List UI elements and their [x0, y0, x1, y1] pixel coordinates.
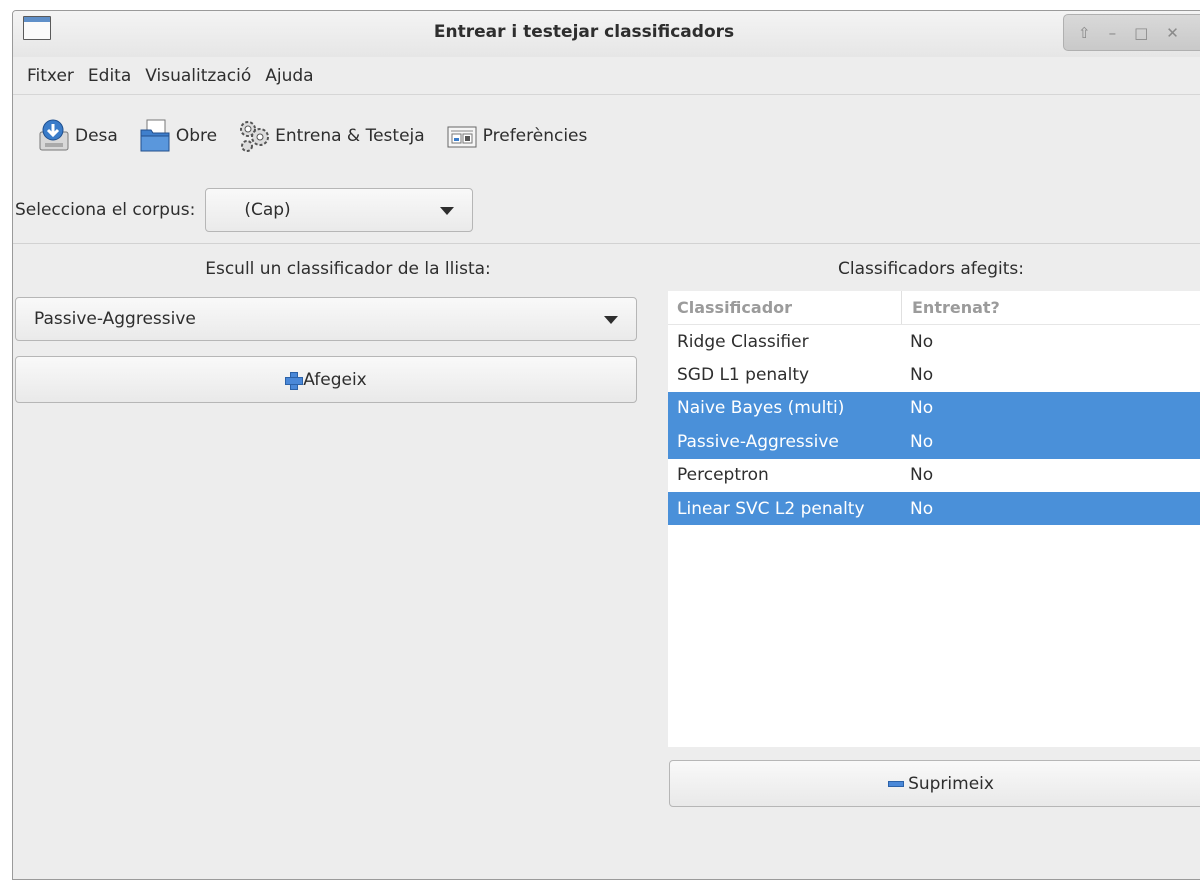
cell-trained: No [910, 431, 934, 452]
shade-icon[interactable]: ⇧ [1078, 24, 1091, 42]
corpus-selected-value: (Cap) [244, 200, 291, 220]
table-row[interactable]: Ridge Classifier No [668, 325, 1200, 358]
column-header-classifier[interactable]: Classificador [668, 291, 902, 324]
corpus-select[interactable]: (Cap) [205, 188, 474, 232]
window-title: Entrear i testejar classificadors [433, 22, 735, 42]
main-window: Entrear i testejar classificadors ⇧ – □ … [12, 10, 1200, 880]
cell-classifier: Ridge Classifier [677, 331, 809, 352]
added-classifiers-table[interactable]: Classificador Entrenat? Ridge Classifier… [668, 291, 1200, 747]
classifier-select[interactable]: Passive-Aggressive [15, 297, 637, 341]
close-icon[interactable]: ✕ [1166, 24, 1179, 42]
chevron-down-icon [604, 316, 618, 324]
table-row[interactable]: Linear SVC L2 penalty No [668, 491, 1200, 526]
corpus-label: Selecciona el corpus: [15, 200, 196, 220]
menu-fitxer[interactable]: Fitxer [27, 66, 84, 86]
cell-trained: No [910, 498, 934, 519]
preferences-button[interactable]: Preferències [445, 118, 588, 154]
table-row[interactable]: SGD L1 penalty No [668, 358, 1200, 391]
separator [13, 243, 1200, 244]
maximize-icon[interactable]: □ [1134, 24, 1148, 42]
title-bar[interactable]: Entrear i testejar classificadors ⇧ – □ … [13, 11, 1200, 57]
menu-visualitzacio[interactable]: Visualització [145, 66, 261, 86]
train-test-button[interactable]: Entrena & Testeja [237, 118, 425, 154]
menu-bar: Fitxer Edita Visualització Ajuda [13, 57, 1200, 95]
gears-icon [240, 121, 270, 152]
save-icon [39, 119, 69, 151]
cell-trained: No [910, 465, 934, 486]
cell-trained: No [910, 331, 934, 352]
train-test-label: Entrena & Testeja [275, 126, 425, 146]
menu-ajuda[interactable]: Ajuda [265, 66, 323, 86]
classifier-list-heading: Escull un classificador de la llista: [205, 259, 491, 279]
cell-classifier: Passive-Aggressive [677, 431, 839, 452]
delete-label: Suprimeix [908, 773, 994, 794]
table-body: Ridge Classifier No SGD L1 penalty No Naive … [668, 325, 1200, 526]
toolbar: Desa Obre Entrena & Testeja Preferències [13, 111, 1200, 161]
cell-classifier: Naive Bayes (multi) [677, 398, 845, 419]
cell-trained: No [910, 398, 934, 419]
cell-classifier: Perceptron [677, 465, 769, 486]
table-row[interactable]: Perceptron No [668, 459, 1200, 492]
save-label: Desa [75, 126, 118, 146]
chevron-down-icon [440, 207, 455, 215]
column-header-trained[interactable]: Entrenat? [902, 298, 1000, 317]
preferences-label: Preferències [482, 126, 588, 146]
delete-classifier-button[interactable]: Suprimeix [669, 760, 1200, 807]
table-header: Classificador Entrenat? [668, 291, 1200, 325]
cell-classifier: Linear SVC L2 penalty [677, 498, 865, 519]
window-controls: ⇧ – □ ✕ [1063, 14, 1200, 51]
add-label: Afegeix [303, 369, 367, 390]
minimize-icon[interactable]: – [1109, 24, 1117, 42]
corpus-row: Selecciona el corpus: (Cap) [13, 187, 1200, 233]
plus-icon [285, 371, 304, 390]
open-folder-icon [140, 119, 170, 152]
menu-edita[interactable]: Edita [88, 66, 141, 86]
minus-icon [888, 780, 905, 787]
open-button[interactable]: Obre [138, 118, 217, 154]
cell-classifier: SGD L1 penalty [677, 365, 810, 386]
save-button[interactable]: Desa [37, 118, 118, 154]
cell-trained: No [910, 365, 934, 386]
open-label: Obre [175, 126, 218, 146]
preferences-icon [447, 126, 477, 148]
table-row[interactable]: Passive-Aggressive No [668, 425, 1200, 459]
added-classifiers-heading: Classificadors afegits: [838, 259, 1024, 279]
add-classifier-button[interactable]: Afegeix [15, 356, 637, 403]
classifier-selected-value: Passive-Aggressive [34, 309, 196, 329]
table-row[interactable]: Naive Bayes (multi) No [668, 391, 1200, 426]
